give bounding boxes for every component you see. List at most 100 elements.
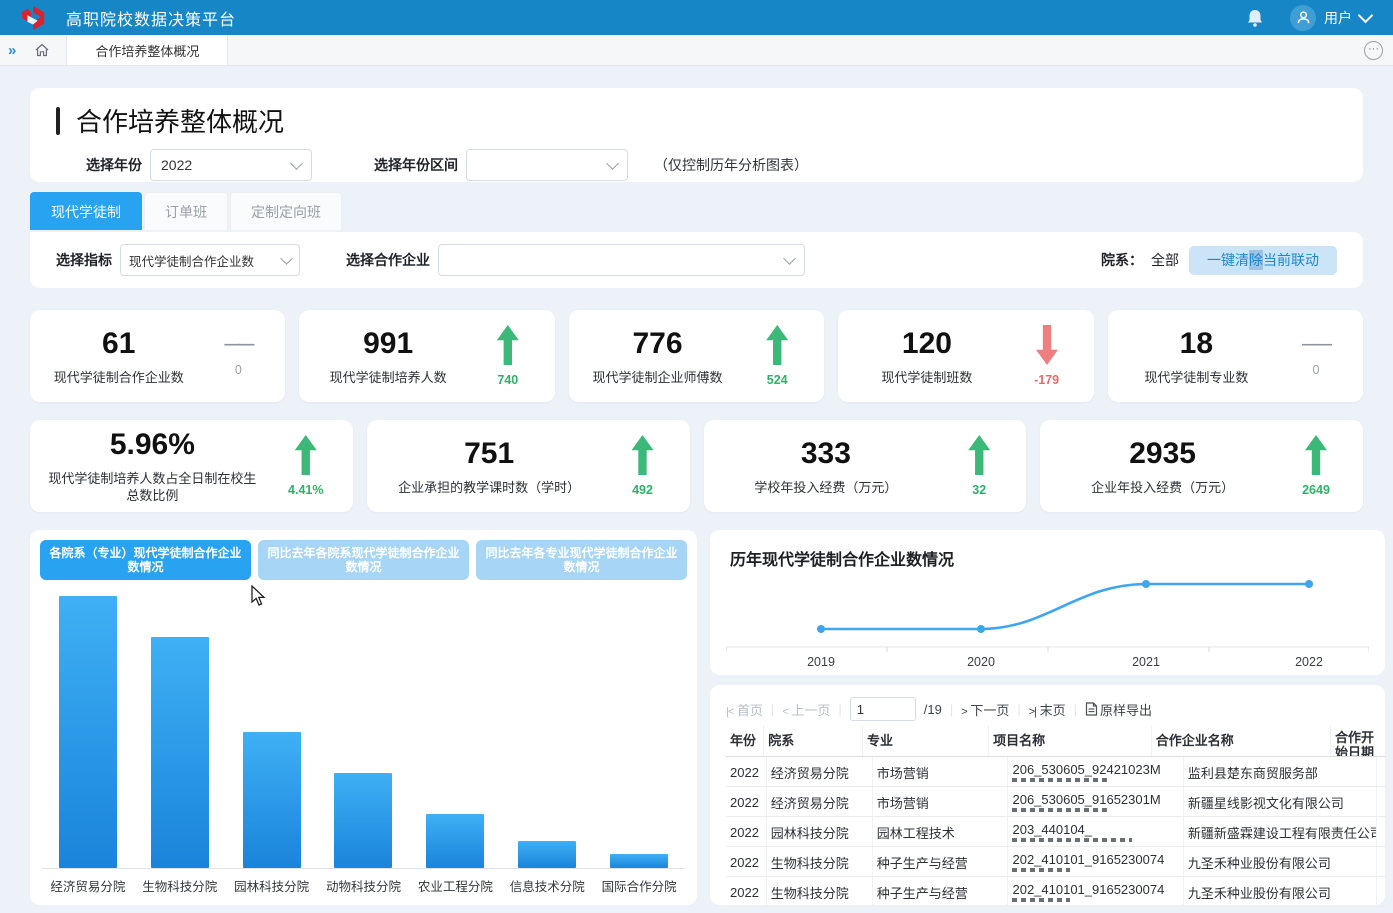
trend-flat-icon xyxy=(224,335,252,355)
data-point-2022 xyxy=(1305,580,1313,588)
stat-card-enterprise-mentors: 776 现代学徒制企业师傅数 524 xyxy=(569,310,824,402)
bar-agri-engineering xyxy=(426,814,484,868)
last-page-button[interactable]: >| 末页 xyxy=(1029,700,1066,719)
stat-card-trainee-ratio: 5.96% 现代学徒制培养人数占全日制在校生总数比例 4.41% xyxy=(30,420,353,512)
col-year: 年份 xyxy=(726,725,764,756)
stat-label: 企业承担的教学课时数（学时） xyxy=(381,479,598,496)
enterprise-label: 选择合作企业 xyxy=(346,250,430,270)
trend-up-icon xyxy=(968,435,990,475)
trend-up-icon xyxy=(766,325,788,365)
chart-tab-yoy-department[interactable]: 同比去年各院系现代学徒制合作企业数情况 xyxy=(258,540,469,580)
indicator-select[interactable]: 现代学徒制合作企业数 xyxy=(120,244,300,276)
divider: | xyxy=(838,702,841,717)
stat-value: 5.96% xyxy=(44,428,261,462)
first-page-button[interactable]: |< 首页 xyxy=(726,700,763,719)
trend-up-icon xyxy=(1305,435,1327,475)
bar-information-tech xyxy=(518,841,576,868)
next-page-icon: > xyxy=(961,706,966,718)
cell-start-date xyxy=(1377,757,1385,786)
cell-project: 202_410101_9165230074 xyxy=(1008,877,1183,906)
clipped-text xyxy=(1012,838,1132,842)
tab-options-icon[interactable]: ··· xyxy=(1364,41,1383,60)
data-point-2020 xyxy=(977,625,985,633)
divider: | xyxy=(1017,702,1020,717)
page-number-input[interactable] xyxy=(850,697,916,721)
stat-delta: -179 xyxy=(1034,373,1059,387)
stat-delta: 524 xyxy=(767,373,788,387)
last-page-icon: >| xyxy=(1029,706,1036,718)
last-page-label: 末页 xyxy=(1040,703,1066,718)
breadcrumb-tab[interactable]: 合作培养整体概况 xyxy=(66,35,228,65)
line-series xyxy=(821,584,1309,629)
cell-year: 2022 xyxy=(726,787,767,816)
x-tick-2019: 2019 xyxy=(807,655,835,669)
bar-landscape xyxy=(243,732,301,868)
user-menu[interactable]: 用户 xyxy=(1290,5,1371,31)
stat-label: 现代学徒制合作企业数 xyxy=(44,369,193,386)
cell-department: 经济贸易分院 xyxy=(767,757,873,786)
table-row: 2022 经济贸易分院 市场营销 206_530605_92421023M 监利… xyxy=(726,757,1385,787)
year-range-select[interactable] xyxy=(466,149,628,181)
table-row: 2022 生物科技分院 种子生产与经营 202_410101_916523007… xyxy=(726,877,1385,907)
project-code: 206_530605_92421023M xyxy=(1012,762,1178,777)
divider: | xyxy=(771,702,774,717)
stat-value: 776 xyxy=(583,327,732,361)
app-title: 高职院校数据决策平台 xyxy=(66,6,236,30)
tab-order-class[interactable]: 订单班 xyxy=(144,192,228,230)
stat-card-teaching-hours: 751 企业承担的教学课时数（学时） 492 xyxy=(367,420,690,512)
enterprise-select[interactable] xyxy=(438,244,805,276)
pagination-bar: |< 首页 | < 上一页 | /19 | > 下一页 | >| 末页 | 原样… xyxy=(710,685,1385,721)
cooperation-table: 年份 院系 专业 项目名称 合作企业名称 合作开始日期 2022 经济贸易分院 … xyxy=(726,725,1385,907)
prev-page-label: 上一页 xyxy=(791,703,830,718)
breadcrumb-bar: » 合作培养整体概况 ··· xyxy=(0,35,1393,66)
collapse-sidebar-icon[interactable]: » xyxy=(8,42,16,59)
first-page-icon: |< xyxy=(726,706,733,718)
indicator-label: 选择指标 xyxy=(56,250,112,270)
clear-linkage-button[interactable]: 一键清除当前联动 xyxy=(1189,246,1337,275)
chart-tab-by-department[interactable]: 各院系（专业）现代学徒制合作企业数情况 xyxy=(40,540,251,580)
cell-major: 园林工程技术 xyxy=(873,817,1009,846)
bar-chart-x-axis: 经济贸易分院 生物科技分院 园林科技分院 动物科技分院 农业工程分院 信息技术分… xyxy=(42,876,685,895)
bar-chart-plot xyxy=(42,596,685,869)
prev-page-button[interactable]: < 上一页 xyxy=(782,700,830,719)
trend-down-icon xyxy=(1036,325,1058,365)
stat-label: 学校年投入经费（万元） xyxy=(718,479,935,496)
mode-tabs: 现代学徒制 订单班 定制定向班 xyxy=(30,192,344,230)
dashboard-screen: 高职院校数据决策平台 用户 » 合作培养整体概况 xyxy=(0,0,1393,913)
cell-major: 种子生产与经营 xyxy=(873,877,1009,906)
title-panel: 合作培养整体概况 选择年份 2022 选择年份区间 （仅控制历年分析图表） xyxy=(30,88,1363,182)
stat-label: 现代学徒制培养人数占全日制在校生总数比例 xyxy=(44,470,261,504)
cell-major: 市场营销 xyxy=(873,787,1009,816)
col-department: 院系 xyxy=(764,725,863,756)
stat-value: 2935 xyxy=(1054,437,1271,471)
chevron-down-icon xyxy=(280,252,293,265)
stat-card-classes: 120 现代学徒制班数 -179 xyxy=(838,310,1093,402)
project-code: 206_530605_91652301M xyxy=(1012,792,1178,807)
chart-tab-yoy-major[interactable]: 同比去年各专业现代学徒制合作企业数情况 xyxy=(476,540,687,580)
stat-label: 企业年投入经费（万元） xyxy=(1054,479,1271,496)
clipped-text xyxy=(1012,808,1108,812)
divider: | xyxy=(1074,702,1077,717)
clipped-text xyxy=(1012,868,1070,872)
x-axis-label: 园林科技分院 xyxy=(226,876,318,895)
cell-major: 种子生产与经营 xyxy=(873,847,1009,876)
tab-modern-apprenticeship[interactable]: 现代学徒制 xyxy=(30,192,142,230)
export-button[interactable]: 原样导出 xyxy=(1085,700,1152,719)
cell-year: 2022 xyxy=(726,877,767,906)
notification-bell-icon[interactable] xyxy=(1246,8,1264,28)
col-project-name: 项目名称 xyxy=(989,725,1152,756)
cooperation-table-panel: |< 首页 | < 上一页 | /19 | > 下一页 | >| 末页 | 原样… xyxy=(710,685,1385,905)
prev-page-icon: < xyxy=(782,706,787,718)
trend-flat-icon xyxy=(1302,335,1330,355)
stat-value: 751 xyxy=(381,437,598,471)
stat-card-coop-enterprises: 61 现代学徒制合作企业数 0 xyxy=(30,310,285,402)
title-accent-bar xyxy=(56,107,60,135)
stat-delta: 0 xyxy=(1313,363,1320,377)
next-page-button[interactable]: > 下一页 xyxy=(961,700,1009,719)
stat-label: 现代学徒制企业师傅数 xyxy=(583,369,732,386)
cell-company: 九圣禾种业股份有限公司 xyxy=(1184,847,1377,876)
home-icon[interactable] xyxy=(34,42,50,58)
year-select[interactable]: 2022 xyxy=(150,149,312,181)
cell-start-date xyxy=(1377,787,1385,816)
tab-custom-class[interactable]: 定制定向班 xyxy=(230,192,342,230)
